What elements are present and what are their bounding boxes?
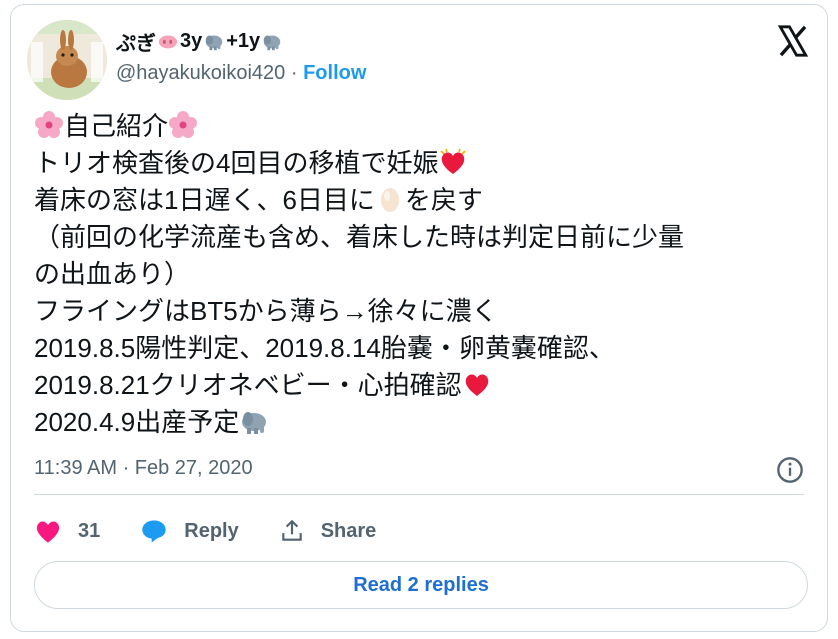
author-handle[interactable]: @hayakukoikoi420 — [116, 62, 285, 84]
tweet-text: 自己紹介 トリオ検査後の4回目の移植で妊娠 着床の窓は1日遅く、6日目に を戻す… — [34, 108, 814, 441]
reply-button[interactable]: Reply — [140, 518, 239, 544]
follow-button[interactable]: Follow — [303, 62, 366, 84]
pig-nose-icon — [158, 35, 178, 49]
timestamp[interactable]: 11:39 AM · Feb 27, 2020 — [34, 457, 253, 480]
elephant-icon — [263, 35, 281, 51]
tweet-line: 2020.4.9出産予定 — [34, 404, 814, 441]
tweet-line: 2019.8.5陽性判定、2019.8.14胎嚢・卵黄嚢確認、 — [34, 333, 615, 363]
tweet-line: フライングはBT5から薄ら→徐々に濃く — [34, 296, 498, 326]
reply-bubble-icon — [142, 520, 166, 543]
separator-dot: · — [285, 62, 304, 84]
beating-heart-icon — [440, 148, 467, 174]
share-icon — [281, 519, 302, 541]
display-name-part3: +1y — [226, 29, 261, 52]
tweet-line: トリオ検査後の4回目の移植で妊娠 — [34, 145, 814, 182]
display-name-part2: 3y — [180, 29, 203, 52]
rabbit-avatar-image — [27, 20, 107, 100]
share-label: Share — [320, 519, 377, 542]
info-icon[interactable] — [776, 456, 804, 484]
red-heart-icon — [465, 374, 488, 396]
like-button[interactable]: 31 — [34, 518, 100, 544]
cherry-blossom-icon — [35, 111, 63, 138]
heart-icon — [36, 521, 60, 543]
display-name-prefix: ぷぎ — [116, 32, 156, 55]
divider — [34, 494, 804, 495]
reply-label: Reply — [184, 519, 239, 542]
read-replies-button[interactable]: Read 2 replies — [34, 561, 808, 609]
share-button[interactable]: Share — [279, 518, 377, 544]
elephant-icon — [242, 412, 267, 434]
like-count: 31 — [78, 519, 101, 542]
handle-row: @hayakukoikoi420 · Follow — [116, 62, 366, 85]
elephant-icon — [206, 35, 223, 51]
tweet-line: 自己紹介 — [34, 108, 814, 145]
tweet-line: 2019.8.21クリオネベビー・心拍確認 — [34, 367, 814, 404]
avatar[interactable] — [27, 20, 107, 100]
display-name[interactable]: ぷぎ 3y +1y — [116, 26, 284, 56]
egg-icon — [380, 188, 399, 212]
cherry-blossom-icon — [169, 111, 198, 138]
tweet-line: （前回の化学流産も含め、着床した時は判定日前に少量 — [34, 222, 685, 252]
action-bar: 31 Reply Share — [34, 512, 416, 550]
x-logo-icon[interactable] — [776, 24, 810, 58]
tweet-line: 着床の窓は1日遅く、6日目に を戻す — [34, 185, 483, 215]
tweet-line: の出血あり） — [34, 259, 191, 289]
